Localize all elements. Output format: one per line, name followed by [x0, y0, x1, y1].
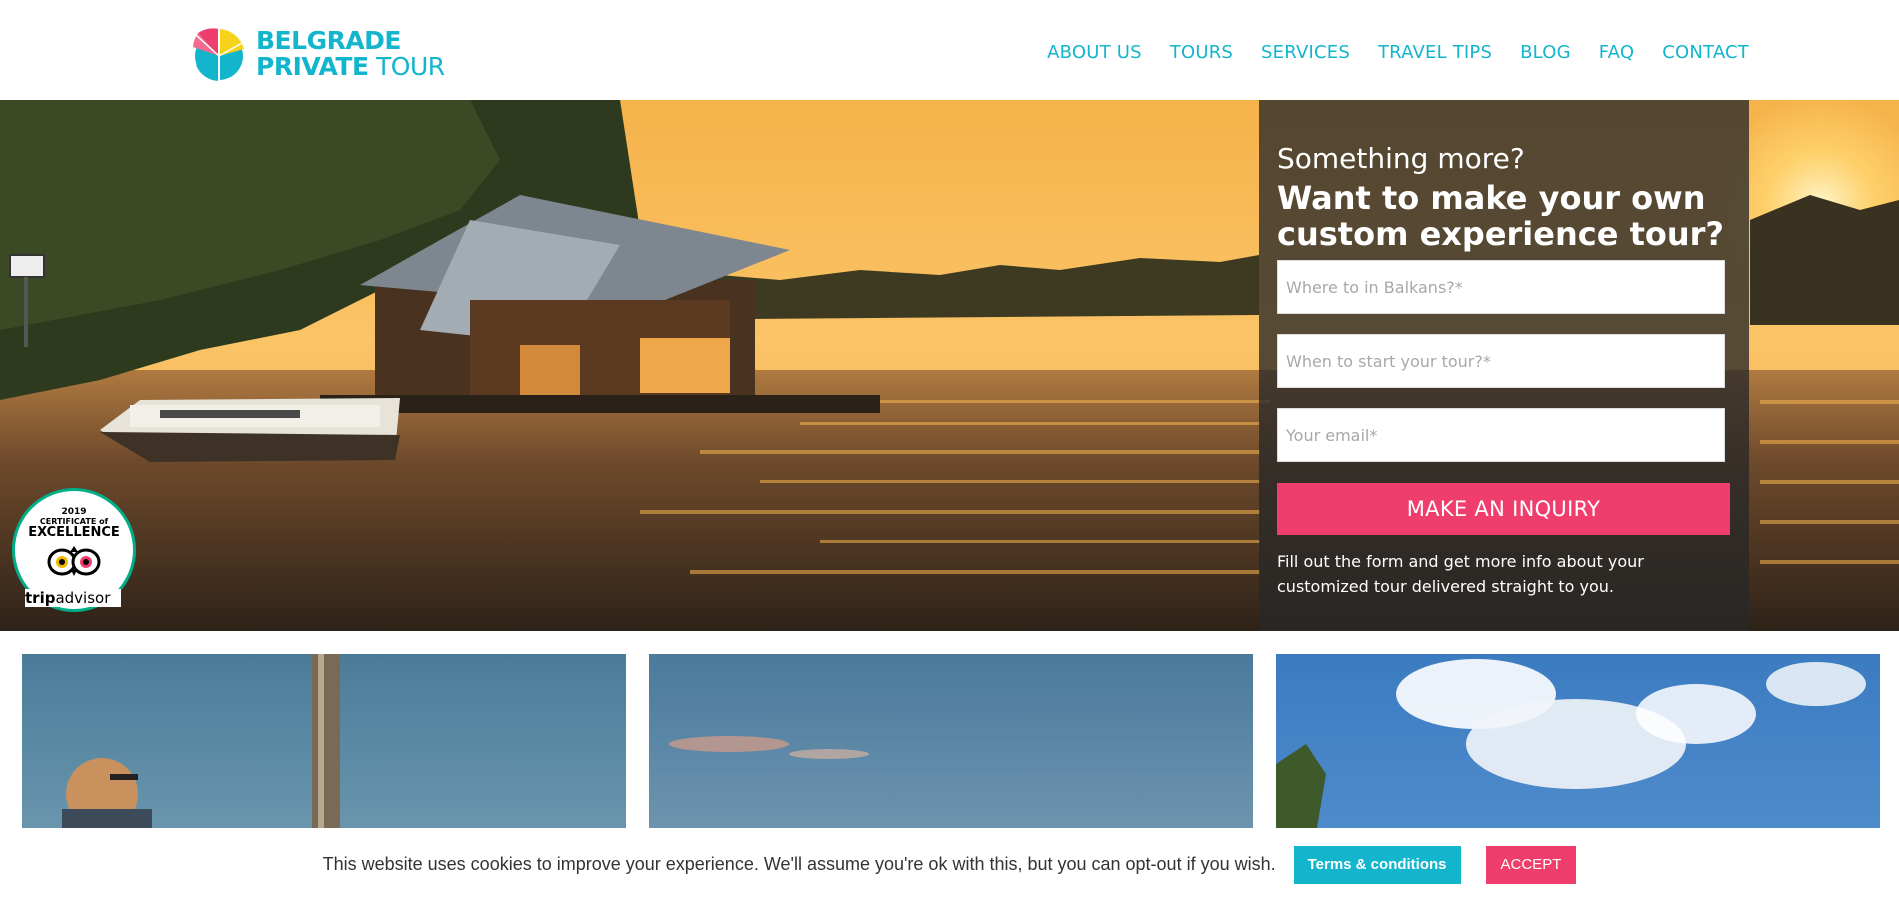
nav-about-us[interactable]: ABOUT US: [1047, 42, 1142, 63]
main-nav: ABOUT US TOURS SERVICES TRAVEL TIPS BLOG…: [1047, 42, 1749, 63]
email-field[interactable]: [1277, 408, 1725, 462]
badge-excellence-label: EXCELLENCE: [28, 525, 120, 540]
tour-cards: [22, 654, 1880, 834]
nav-services[interactable]: SERVICES: [1261, 42, 1350, 63]
logo-line-2-bold: PRIVATE: [256, 52, 369, 81]
accept-cookies-button[interactable]: ACCEPT: [1485, 845, 1577, 884]
tour-card-2-photo: [669, 736, 869, 759]
logo-line-1: BELGRADE: [256, 26, 402, 55]
nav-contact[interactable]: CONTACT: [1662, 42, 1749, 63]
inquiry-panel: Something more? Want to make your own cu…: [1259, 100, 1749, 631]
destination-field[interactable]: [1277, 260, 1725, 314]
nav-tours[interactable]: TOURS: [1170, 42, 1233, 63]
badge-brand-light: advisor: [55, 589, 111, 607]
inquiry-note: Fill out the form and get more info abou…: [1277, 552, 1644, 596]
cookie-message: This website uses cookies to improve you…: [322, 854, 1276, 874]
tour-card-1[interactable]: [22, 654, 626, 834]
start-date-field[interactable]: [1277, 334, 1725, 388]
nav-travel-tips[interactable]: TRAVEL TIPS: [1378, 42, 1492, 63]
logo-line-2: PRIVATE TOUR: [256, 54, 445, 80]
site-logo[interactable]: BELGRADE PRIVATE TOUR: [190, 24, 450, 84]
badge-brand: tripadvisor: [25, 589, 121, 607]
logo-line-2-light: TOUR: [368, 52, 445, 81]
tour-card-1-photo: [62, 654, 340, 834]
inquiry-pre-title: Something more?: [1277, 142, 1525, 175]
tour-card-2[interactable]: [649, 654, 1253, 834]
nav-blog[interactable]: BLOG: [1520, 42, 1571, 63]
tour-card-3[interactable]: [1276, 654, 1880, 834]
site-header: BELGRADE PRIVATE TOUR ABOUT US TOURS SER…: [0, 0, 1899, 100]
tripadvisor-badge: 2019 CERTIFICATE of EXCELLENCE tripadvis…: [12, 488, 136, 612]
terms-conditions-button[interactable]: Terms & conditions: [1293, 845, 1461, 884]
badge-brand-bold: trip: [25, 589, 56, 607]
owl-icon: [47, 546, 101, 576]
badge-year: 2019: [61, 507, 87, 517]
tour-card-3-photo: [1276, 659, 1866, 834]
make-inquiry-button[interactable]: MAKE AN INQUIRY: [1277, 483, 1730, 535]
nav-faq[interactable]: FAQ: [1599, 42, 1634, 63]
inquiry-title: Want to make your own custom experience …: [1277, 179, 1724, 253]
sail-icon: [193, 27, 244, 81]
cookie-bar: This website uses cookies to improve you…: [0, 828, 1899, 901]
logo-wordmark: BELGRADE PRIVATE TOUR: [256, 28, 445, 80]
